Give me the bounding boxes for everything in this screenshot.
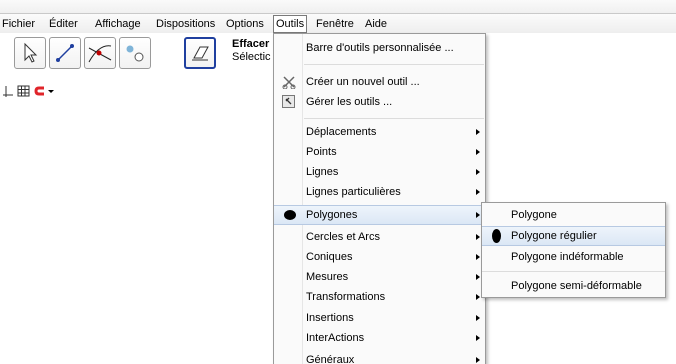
menu-dispositions[interactable]: Dispositions bbox=[155, 17, 216, 31]
menu-item-interactions[interactable]: InterActions bbox=[274, 328, 485, 348]
magnet-icon[interactable] bbox=[34, 84, 46, 101]
submenu-arrow-icon bbox=[476, 212, 480, 218]
menu-separator bbox=[304, 118, 484, 119]
menu-item-label: Lignes particulières bbox=[306, 186, 401, 198]
submenu-item-label: Polygone semi-déformable bbox=[511, 280, 642, 292]
menu-item-mesures[interactable]: Mesures bbox=[274, 267, 485, 287]
move-arrow-icon bbox=[24, 42, 38, 63]
submenu-item-polygone-regulier[interactable]: Polygone régulier bbox=[482, 226, 665, 246]
submenu-arrow-icon bbox=[476, 169, 480, 175]
menu-separator bbox=[304, 64, 484, 65]
menu-editer[interactable]: Éditer bbox=[48, 17, 79, 31]
menu-item-label: Cercles et Arcs bbox=[306, 231, 380, 243]
menu-item-label: Coniques bbox=[306, 251, 353, 263]
menu-item-label: Points bbox=[306, 146, 337, 158]
line-segment-icon bbox=[56, 44, 74, 62]
menu-fichier[interactable]: Fichier bbox=[1, 17, 36, 31]
black-dot-marker-icon bbox=[492, 229, 501, 243]
move-tool-button[interactable] bbox=[14, 37, 46, 69]
menu-item-label: InterActions bbox=[306, 332, 365, 344]
menu-item-label: Lignes bbox=[306, 166, 339, 178]
dropdown-triangle-icon[interactable] bbox=[47, 84, 55, 101]
menu-item-cercles-et-arcs[interactable]: Cercles et Arcs bbox=[274, 227, 485, 247]
submenu-item-polygone-semi-deformable[interactable]: Polygone semi-déformable bbox=[482, 276, 665, 296]
submenu-arrow-icon bbox=[476, 357, 480, 363]
submenu-arrow-icon bbox=[476, 149, 480, 155]
window-top-strip bbox=[0, 0, 676, 13]
menu-bar: Fichier Éditer Affichage Dispositions Op… bbox=[0, 13, 676, 34]
menu-item-label: Gérer les outils ... bbox=[306, 96, 393, 108]
manage-tools-icon bbox=[282, 95, 295, 115]
eraser-icon bbox=[192, 46, 209, 61]
menu-item-transformations[interactable]: Transformations bbox=[274, 287, 485, 307]
intersect-tool-button[interactable] bbox=[84, 37, 116, 69]
submenu-arrow-icon bbox=[476, 254, 480, 260]
menu-item-custom-toolbar[interactable]: Barre d'outils personnalisée ... bbox=[274, 38, 485, 58]
submenu-item-polygone-indeformable[interactable]: Polygone indéformable bbox=[482, 247, 665, 267]
submenu-arrow-icon bbox=[476, 274, 480, 280]
menu-fenetre[interactable]: Fenêtre bbox=[315, 17, 355, 31]
menu-item-label: Barre d'outils personnalisée ... bbox=[306, 42, 454, 54]
menu-item-create-tool[interactable]: Créer un nouvel outil ... bbox=[274, 72, 485, 92]
menu-item-label: Généraux bbox=[306, 354, 355, 364]
menu-item-lignes-particulieres[interactable]: Lignes particulières bbox=[274, 182, 485, 202]
menu-item-insertions[interactable]: Insertions bbox=[274, 308, 485, 328]
menu-item-generaux[interactable]: Généraux bbox=[274, 350, 485, 364]
menu-item-label: Mesures bbox=[306, 271, 349, 283]
submenu-item-label: Polygone régulier bbox=[511, 230, 597, 242]
submenu-arrow-icon bbox=[476, 335, 480, 341]
menu-item-deplacements[interactable]: Déplacements bbox=[274, 122, 485, 142]
menu-separator bbox=[482, 271, 665, 272]
axes-icon[interactable] bbox=[2, 84, 14, 101]
submenu-arrow-icon bbox=[476, 234, 480, 240]
submenu-item-label: Polygone indéformable bbox=[511, 251, 624, 263]
menu-item-label: Insertions bbox=[306, 312, 354, 324]
submenu-arrow-icon bbox=[476, 189, 480, 195]
intersect-point-icon bbox=[88, 45, 112, 63]
menu-item-coniques[interactable]: Coniques bbox=[274, 247, 485, 267]
menu-options[interactable]: Options bbox=[225, 17, 265, 31]
style-bar bbox=[0, 84, 300, 100]
menu-aide[interactable]: Aide bbox=[364, 17, 388, 31]
eraser-tool-button[interactable] bbox=[184, 37, 216, 69]
menu-item-label: Polygones bbox=[306, 209, 358, 221]
segment-tool-button[interactable] bbox=[49, 37, 81, 69]
outils-dropdown-menu: Barre d'outils personnalisée ... Créer u… bbox=[273, 33, 486, 364]
show-hide-tool-button[interactable] bbox=[119, 37, 151, 69]
menu-item-label: Transformations bbox=[306, 291, 386, 303]
submenu-arrow-icon bbox=[476, 315, 480, 321]
submenu-item-label: Polygone bbox=[511, 209, 557, 221]
grid-icon[interactable] bbox=[17, 84, 30, 101]
menu-item-points[interactable]: Points bbox=[274, 142, 485, 162]
menu-item-polygones[interactable]: Polygones bbox=[274, 205, 485, 225]
submenu-item-polygone[interactable]: Polygone bbox=[482, 205, 665, 225]
menu-item-label: Déplacements bbox=[306, 126, 377, 138]
menu-item-lignes[interactable]: Lignes bbox=[274, 162, 485, 182]
show-hide-object-icon bbox=[126, 45, 144, 62]
polygones-submenu: Polygone Polygone régulier Polygone indé… bbox=[481, 202, 666, 298]
menu-outils[interactable]: Outils bbox=[273, 15, 308, 33]
menu-affichage[interactable]: Affichage bbox=[94, 17, 142, 31]
black-dot-marker-icon bbox=[284, 210, 296, 220]
menu-item-manage-tools[interactable]: Gérer les outils ... bbox=[274, 92, 485, 112]
current-tool-description: Sélectic bbox=[232, 51, 271, 63]
submenu-arrow-icon bbox=[476, 129, 480, 135]
submenu-arrow-icon bbox=[476, 294, 480, 300]
current-tool-name: Effacer bbox=[232, 38, 270, 50]
menu-item-label: Créer un nouvel outil ... bbox=[306, 76, 420, 88]
